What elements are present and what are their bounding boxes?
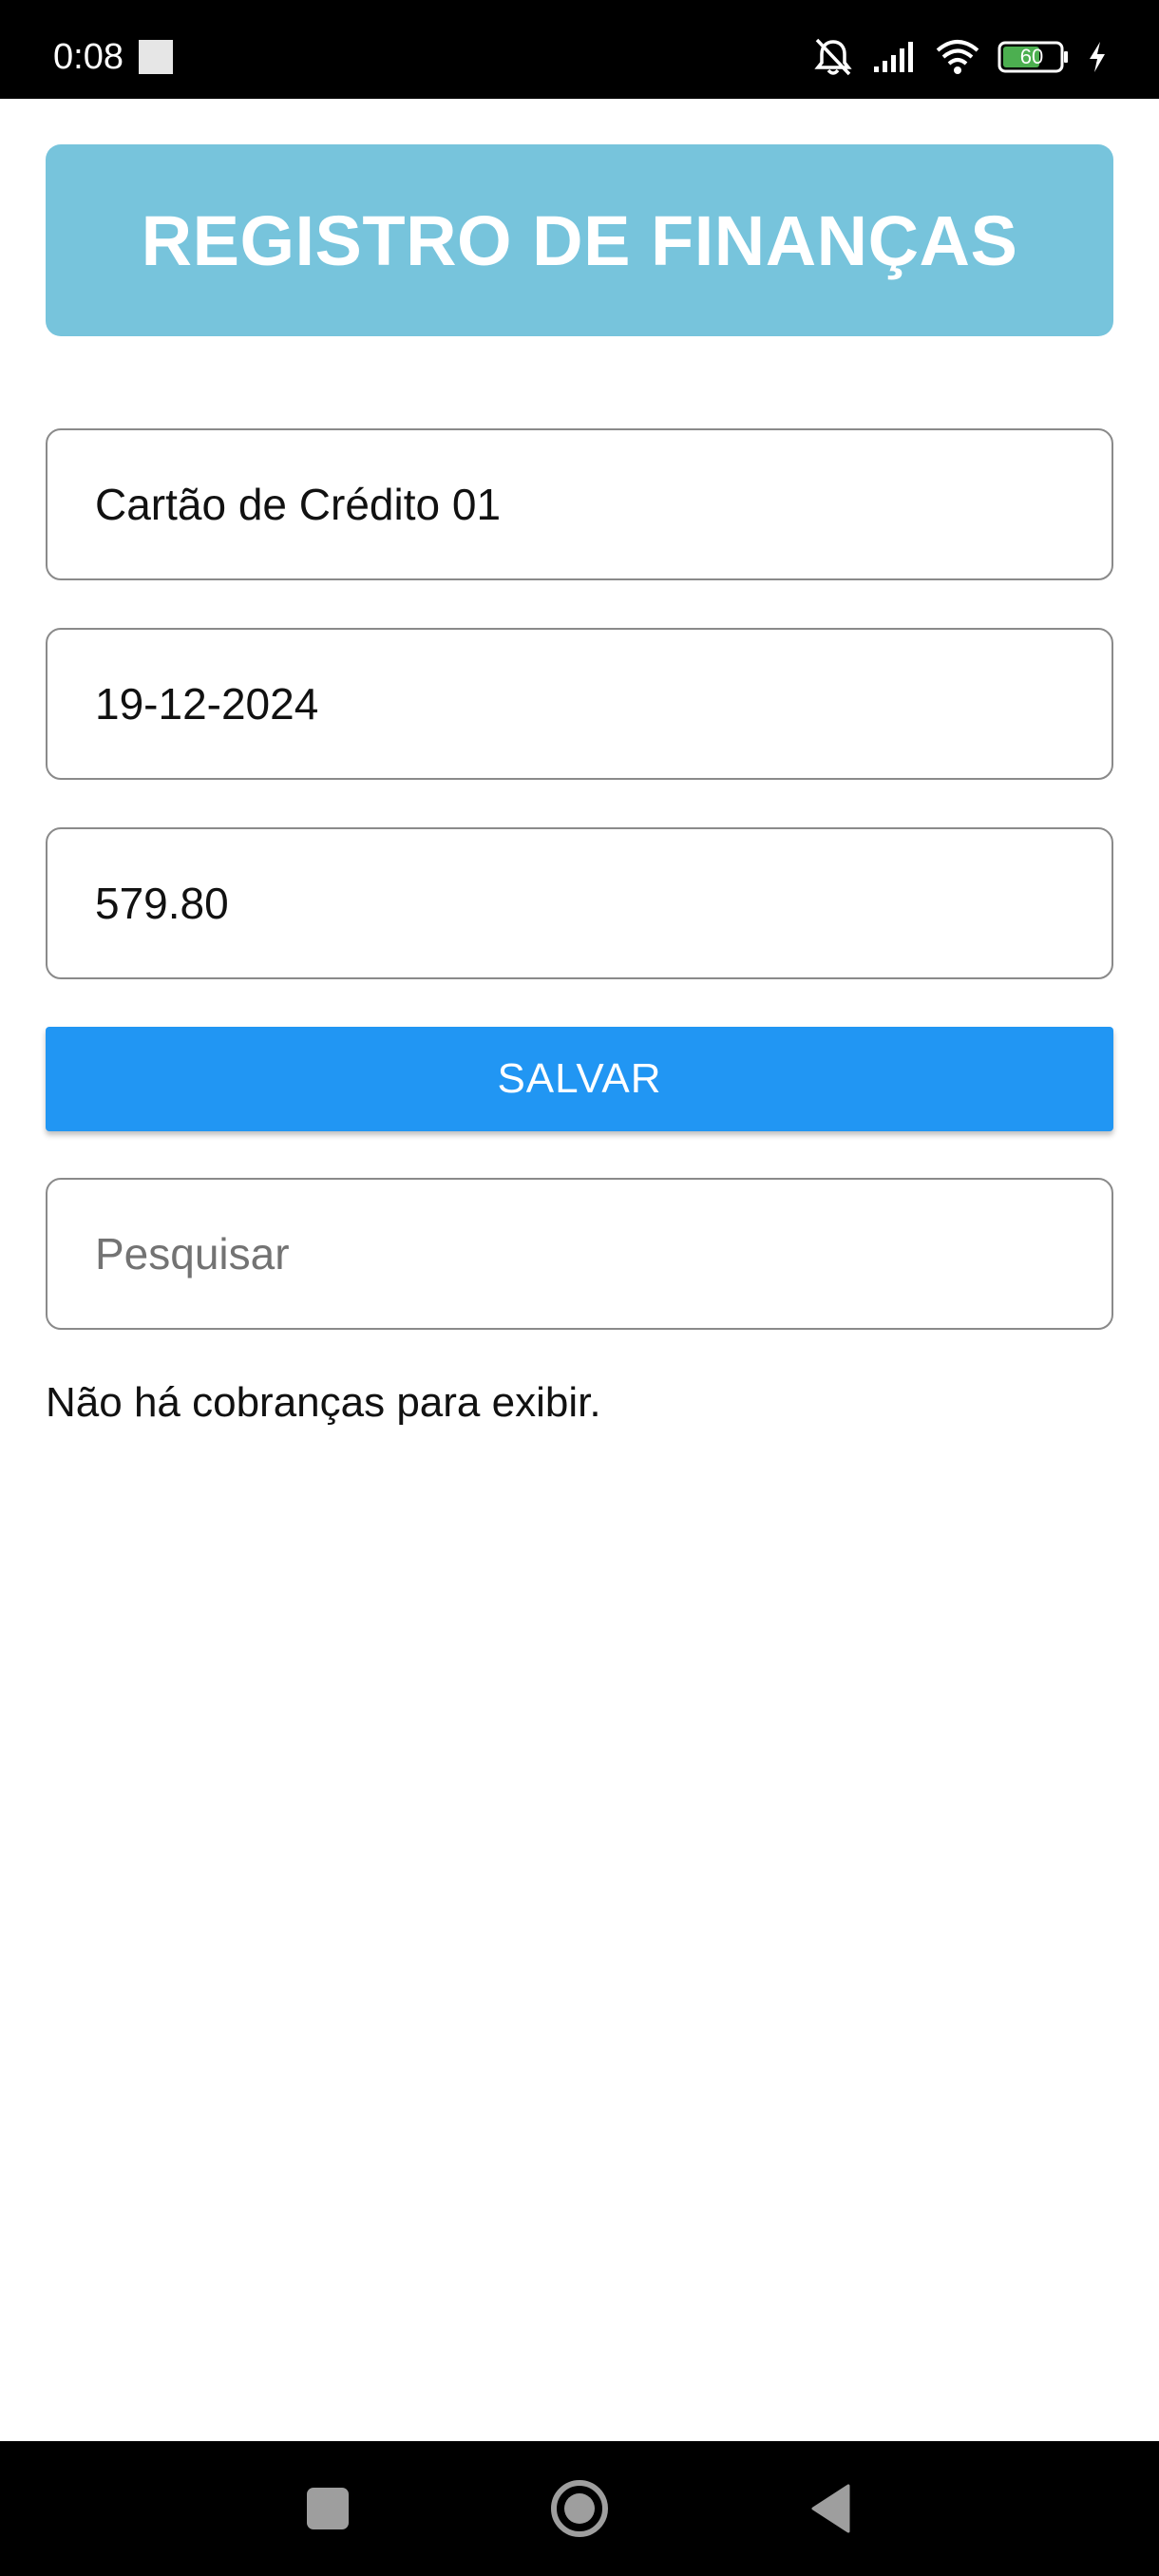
battery-level: 60	[1019, 45, 1044, 68]
description-field[interactable]	[46, 428, 1113, 580]
home-button[interactable]	[537, 2441, 622, 2576]
search-input[interactable]	[95, 1180, 1064, 1328]
navigation-bar	[0, 2441, 1159, 2576]
app-header: REGISTRO DE FINANÇAS	[46, 144, 1113, 336]
save-button[interactable]: SALVAR	[46, 1027, 1113, 1131]
date-field[interactable]	[46, 628, 1113, 780]
empty-list-message: Não há cobranças para exibir.	[46, 1379, 601, 1426]
back-icon	[811, 2484, 850, 2533]
amount-field[interactable]	[46, 827, 1113, 979]
status-bar: 0:08 60	[0, 0, 1159, 99]
wifi-icon	[935, 39, 980, 75]
notification-placeholder-icon	[139, 40, 173, 74]
page-title: REGISTRO DE FINANÇAS	[141, 200, 1018, 280]
recents-icon	[307, 2488, 349, 2529]
search-field[interactable]	[46, 1178, 1113, 1330]
recents-button[interactable]	[285, 2441, 370, 2576]
battery-icon: 60	[998, 40, 1070, 74]
date-input[interactable]	[95, 630, 1064, 778]
signal-icon	[872, 40, 918, 74]
charging-icon	[1087, 40, 1108, 74]
status-icons: 60	[811, 36, 1108, 78]
amount-input[interactable]	[95, 829, 1064, 977]
home-icon	[551, 2480, 608, 2537]
notifications-off-icon	[811, 36, 855, 78]
description-input[interactable]	[95, 430, 1064, 578]
status-time: 0:08	[53, 37, 124, 77]
back-button[interactable]	[788, 2441, 874, 2576]
